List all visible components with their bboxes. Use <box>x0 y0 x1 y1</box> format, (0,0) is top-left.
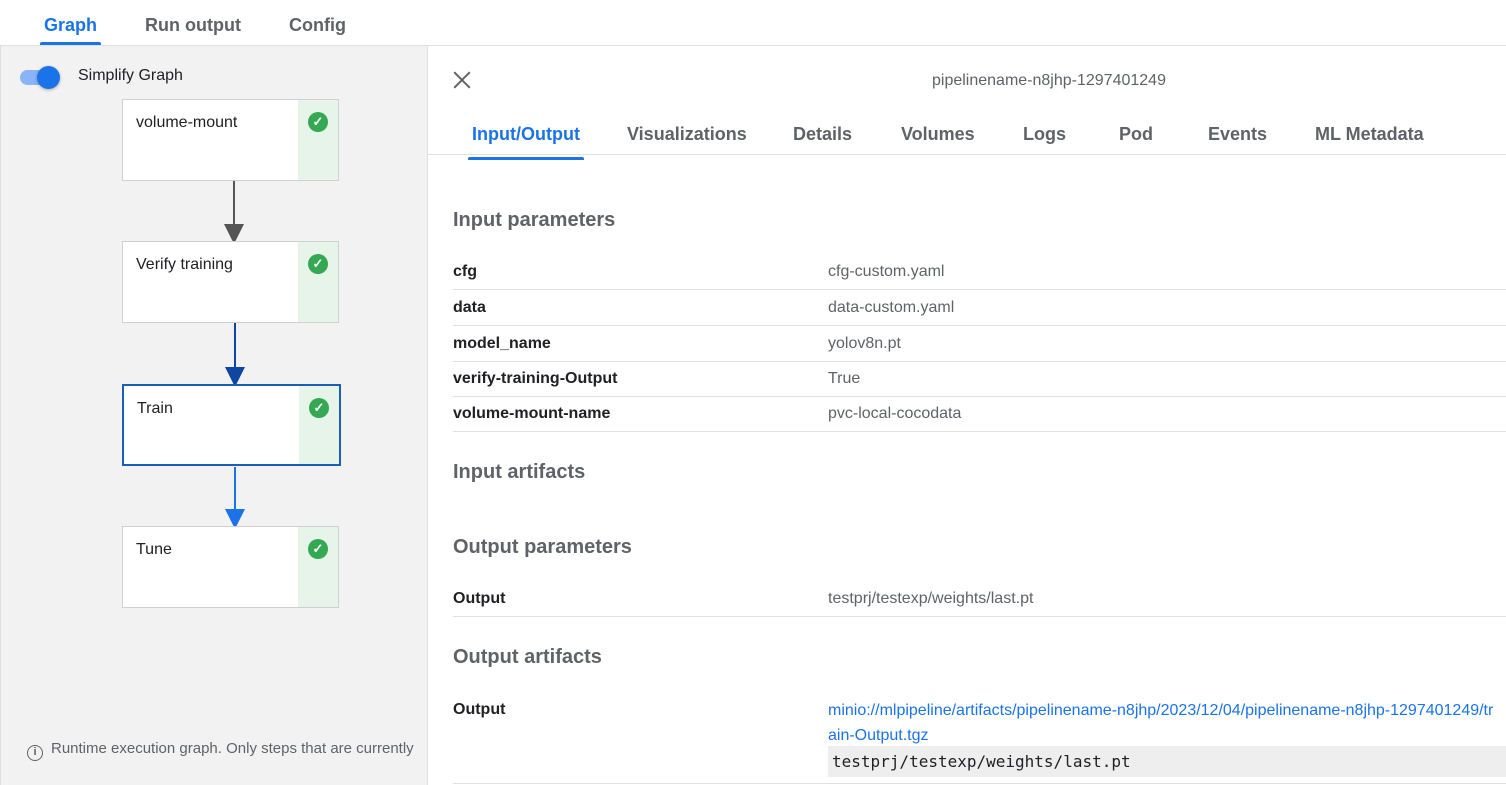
tab-logs[interactable]: Logs <box>1023 124 1066 145</box>
input-artifacts-title: Input artifacts <box>453 461 586 483</box>
node-label: Tune <box>136 541 172 558</box>
param-value: cfg-custom.yaml <box>828 263 945 280</box>
graph-node-train[interactable]: Train ✓ <box>122 384 341 466</box>
tab-run-output[interactable]: Run output <box>145 0 241 45</box>
table-row: data data-custom.yaml <box>453 290 1506 326</box>
tab-ml-metadata[interactable]: ML Metadata <box>1315 124 1424 145</box>
check-circle-icon: ✓ <box>308 254 328 274</box>
param-key: volume-mount-name <box>453 405 611 422</box>
details-tab-bar: Input/Output Visualizations Details Volu… <box>428 116 1506 160</box>
param-key: Output <box>453 590 506 607</box>
graph-node-tune[interactable]: Tune ✓ <box>122 526 339 608</box>
graph-footer-note: i Runtime execution graph. Only steps tha… <box>27 740 414 761</box>
param-value: testprj/testexp/weights/last.pt <box>828 590 1034 607</box>
tab-graph[interactable]: Graph <box>39 0 102 45</box>
table-row: volume-mount-name pvc-local-cocodata <box>453 396 1506 432</box>
check-circle-icon: ✓ <box>308 112 328 132</box>
table-row: verify-training-Output True <box>453 361 1506 397</box>
tab-volumes[interactable]: Volumes <box>901 124 975 145</box>
table-row: model_name yolov8n.pt <box>453 326 1506 362</box>
param-key: verify-training-Output <box>453 370 618 387</box>
tab-visualizations[interactable]: Visualizations <box>627 124 747 145</box>
tab-events[interactable]: Events <box>1208 124 1267 145</box>
artifact-row: Output minio://mlpipeline/artifacts/pipe… <box>453 696 1506 784</box>
output-artifacts-title: Output artifacts <box>453 646 602 668</box>
info-icon: i <box>27 745 43 761</box>
output-parameters-title: Output parameters <box>453 536 632 558</box>
node-label: Verify training <box>136 256 233 273</box>
table-row: cfg cfg-custom.yaml <box>453 254 1506 290</box>
tab-input-output[interactable]: Input/Output <box>468 124 584 160</box>
node-status-area: ✓ <box>298 100 338 180</box>
graph-node-verify-training[interactable]: Verify training ✓ <box>122 241 339 323</box>
close-icon[interactable] <box>450 68 474 92</box>
check-circle-icon: ✓ <box>308 539 328 559</box>
run-name: pipelinename-n8jhp-1297401249 <box>932 72 1166 89</box>
param-value: pvc-local-cocodata <box>828 405 962 422</box>
artifact-link[interactable]: minio://mlpipeline/artifacts/pipelinenam… <box>828 698 1498 748</box>
graph-panel: Simplify Graph volume-mount ✓ Verify tra… <box>0 46 427 785</box>
node-label: volume-mount <box>136 114 238 131</box>
tab-config[interactable]: Config <box>289 0 346 45</box>
param-value: data-custom.yaml <box>828 299 955 316</box>
param-key: data <box>453 299 486 316</box>
artifact-key: Output <box>453 701 506 718</box>
footer-note-text: Runtime execution graph. Only steps that… <box>51 740 414 757</box>
node-status-area: ✓ <box>298 242 338 322</box>
input-parameters-title: Input parameters <box>453 209 616 231</box>
top-tab-bar: Graph Run output Config <box>0 0 1506 46</box>
param-value: True <box>828 370 861 387</box>
param-key: model_name <box>453 335 551 352</box>
artifact-preview: testprj/testexp/weights/last.pt <box>828 746 1506 777</box>
tab-pod[interactable]: Pod <box>1119 124 1153 145</box>
table-row: Output testprj/testexp/weights/last.pt <box>453 581 1506 617</box>
node-label: Train <box>137 400 173 417</box>
node-status-area: ✓ <box>299 386 339 464</box>
check-circle-icon: ✓ <box>309 398 329 418</box>
tab-details[interactable]: Details <box>793 124 852 145</box>
param-value: yolov8n.pt <box>828 335 901 352</box>
node-status-area: ✓ <box>298 527 338 607</box>
param-key: cfg <box>453 263 477 280</box>
node-details-panel: pipelinename-n8jhp-1297401249 Input/Outp… <box>427 46 1506 785</box>
graph-node-volume-mount[interactable]: volume-mount ✓ <box>122 99 339 181</box>
